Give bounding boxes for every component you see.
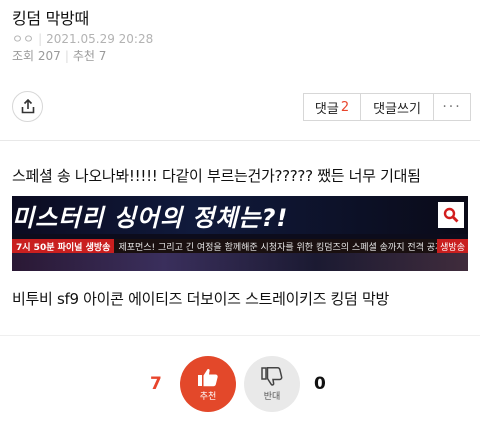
post-datetime: 2021.05.29 20:28	[46, 31, 154, 46]
downvote-button[interactable]: 반대	[244, 356, 300, 412]
post-title: 킹덤 막방때	[12, 9, 89, 28]
write-comment-button[interactable]: 댓글쓰기	[361, 94, 434, 120]
banner-bottom-stage	[12, 253, 468, 271]
view-count: 조회 207	[12, 49, 61, 63]
banner-strip: 7시 50분 파이널 생방송 제포먼스! 그리고 긴 여정을 함께해준 시청자를…	[12, 239, 468, 253]
banner-strip-text: 제포먼스! 그리고 긴 여정을 함께해준 시청자를 위한 킹덤즈의 스페셜 송까…	[118, 242, 437, 253]
recommend-count: 추천 7	[72, 49, 107, 63]
embedded-banner-image: 미스터리 싱어의 정체는?! 7시 50분 파이널 생방송 제포먼스! 그리고 …	[12, 196, 468, 271]
meta-separator: |	[64, 48, 69, 63]
banner-headline: 미스터리 싱어의 정체는?!	[12, 204, 289, 232]
comment-count-badge: 2	[340, 99, 350, 115]
author-name[interactable]: ㅇㅇ	[12, 30, 34, 47]
downvote-count: 0	[314, 374, 326, 394]
banner-strip-tag: 생방송	[437, 239, 468, 253]
search-icon	[443, 207, 459, 223]
more-options-button[interactable]: ···	[434, 94, 470, 120]
post-body-text: 스페셜 송 나오나봐!!!!! 다같이 부르는건가????? 쨌든 너무 기대됨	[12, 167, 421, 185]
section-divider	[0, 335, 480, 336]
share-icon	[21, 99, 34, 114]
comments-button[interactable]: 댓글 2	[304, 94, 361, 120]
comment-action-group: 댓글 2 댓글쓰기 ···	[303, 93, 471, 121]
section-divider	[0, 140, 480, 141]
upvote-label: 추천	[199, 392, 217, 402]
thumbs-up-icon	[198, 369, 218, 387]
thumbs-down-icon	[261, 367, 283, 386]
post-meta: ㅇㅇ | 2021.05.29 20:28	[12, 30, 153, 47]
upvote-button[interactable]: 추천	[180, 356, 236, 412]
upvote-count: 7	[150, 374, 162, 394]
share-button[interactable]	[12, 91, 43, 122]
meta-separator: |	[38, 31, 43, 46]
banner-strip-left: 7시 50분 파이널 생방송	[12, 239, 115, 253]
comments-label: 댓글	[314, 101, 339, 117]
post-stats: 조회 207 | 추천 7	[12, 47, 106, 64]
banner-search-box	[438, 202, 464, 228]
downvote-label: 반대	[263, 392, 281, 402]
post-body-tags: 비투비 sf9 아이콘 에이티즈 더보이즈 스트레이키즈 킹덤 막방	[12, 290, 390, 308]
